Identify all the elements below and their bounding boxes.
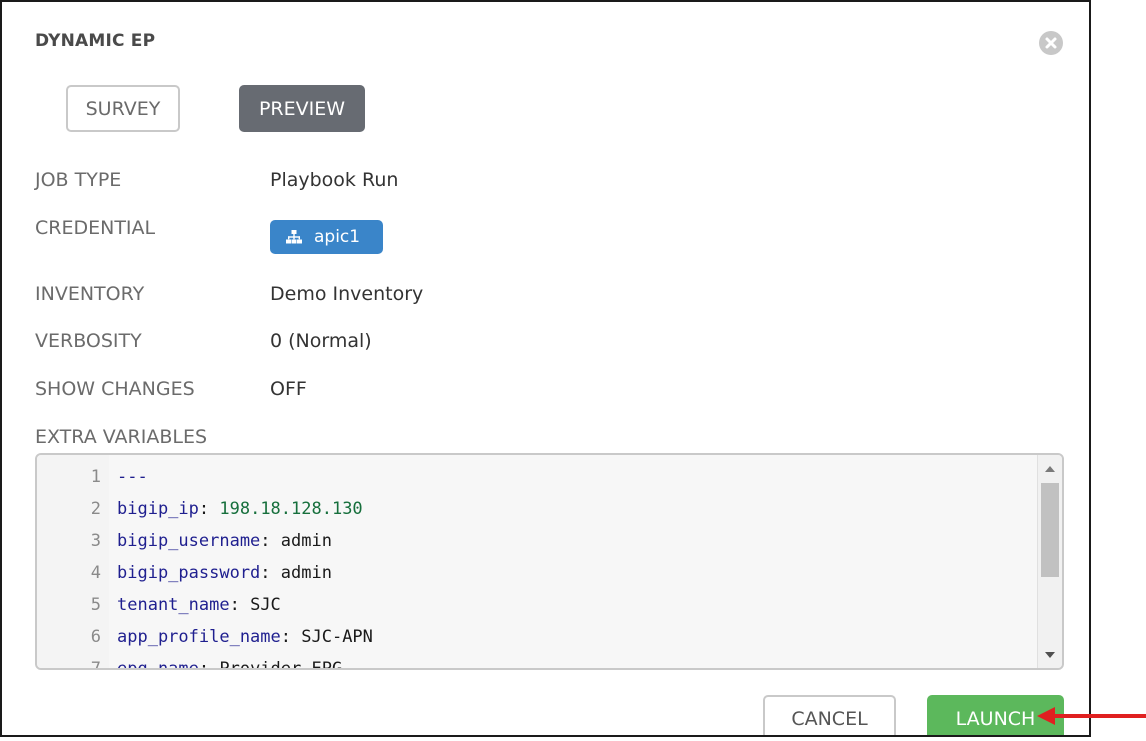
code-line: bigip_username: admin [117, 525, 332, 557]
yaml-separator: : [198, 499, 220, 519]
show-changes-label: SHOW CHANGES [35, 378, 195, 400]
line-number-gutter: 1 2 3 4 5 6 7 [37, 455, 110, 668]
yaml-value: 198.18.128.130 [219, 499, 363, 519]
annotation-arrow-icon [1037, 707, 1146, 725]
job-type-value: Playbook Run [270, 169, 399, 191]
extra-variables-label: EXTRA VARIABLES [35, 426, 208, 448]
sitemap-icon [286, 230, 302, 244]
editor-scrollbar[interactable] [1037, 455, 1062, 668]
scroll-thumb[interactable] [1041, 483, 1059, 577]
tab-survey[interactable]: SURVEY [66, 85, 180, 132]
cancel-button[interactable]: CANCEL [763, 695, 896, 735]
yaml-value: admin [280, 531, 332, 551]
code-line: epg_name: Provider-EPG [117, 653, 343, 670]
inventory-label: INVENTORY [35, 283, 145, 305]
yaml-value: SJC-APN [301, 627, 373, 647]
line-number: 1 [90, 467, 101, 487]
yaml-key: app_profile_name [117, 627, 281, 647]
yaml-key: bigip_password [117, 563, 261, 583]
yaml-key: bigip_ip [117, 499, 199, 519]
line-number: 6 [90, 627, 101, 647]
yaml-value: SJC [250, 595, 281, 615]
yaml-key: bigip_username [117, 531, 261, 551]
close-icon[interactable] [1039, 31, 1063, 55]
code-line: tenant_name: SJC [117, 589, 281, 621]
yaml-separator: : [260, 563, 281, 583]
yaml-key: epg_name [117, 659, 199, 670]
yaml-separator: : [280, 627, 302, 647]
extra-variables-editor[interactable]: 1 2 3 4 5 6 7 --- bigip_ip: 198.18.128.1… [35, 453, 1064, 670]
yaml-value: admin [280, 563, 332, 583]
yaml-value: Provider-EPG [219, 659, 343, 670]
line-number: 2 [90, 499, 101, 519]
line-number: 4 [90, 563, 101, 583]
launch-dialog: DYNAMIC EP SURVEY PREVIEW JOB TYPE Playb… [0, 0, 1091, 737]
verbosity-label: VERBOSITY [35, 330, 142, 352]
dialog-title: DYNAMIC EP [35, 31, 156, 51]
show-changes-value: OFF [270, 378, 307, 400]
tab-preview[interactable]: PREVIEW [239, 85, 365, 132]
code-line: bigip_password: admin [117, 557, 332, 589]
scroll-up-arrow-icon[interactable] [1038, 457, 1062, 479]
code-line: bigip_ip: 198.18.128.130 [117, 493, 363, 525]
scroll-down-arrow-icon[interactable] [1038, 644, 1062, 666]
yaml-separator: : [260, 531, 281, 551]
yaml-doc-start: --- [117, 467, 148, 487]
credential-label: CREDENTIAL [35, 217, 156, 239]
yaml-separator: : [198, 659, 220, 670]
verbosity-value: 0 (Normal) [270, 330, 372, 352]
credential-name: apic1 [314, 227, 361, 247]
code-area[interactable]: --- bigip_ip: 198.18.128.130 bigip_usern… [109, 455, 1038, 668]
code-line: --- [117, 461, 148, 493]
code-line: app_profile_name: SJC-APN [117, 621, 373, 653]
credential-badge[interactable]: apic1 [270, 220, 383, 254]
inventory-value: Demo Inventory [270, 283, 424, 305]
yaml-separator: : [229, 595, 251, 615]
line-number: 7 [90, 659, 101, 670]
job-type-label: JOB TYPE [35, 169, 122, 191]
yaml-key: tenant_name [117, 595, 230, 615]
line-number: 3 [90, 531, 101, 551]
line-number: 5 [90, 595, 101, 615]
